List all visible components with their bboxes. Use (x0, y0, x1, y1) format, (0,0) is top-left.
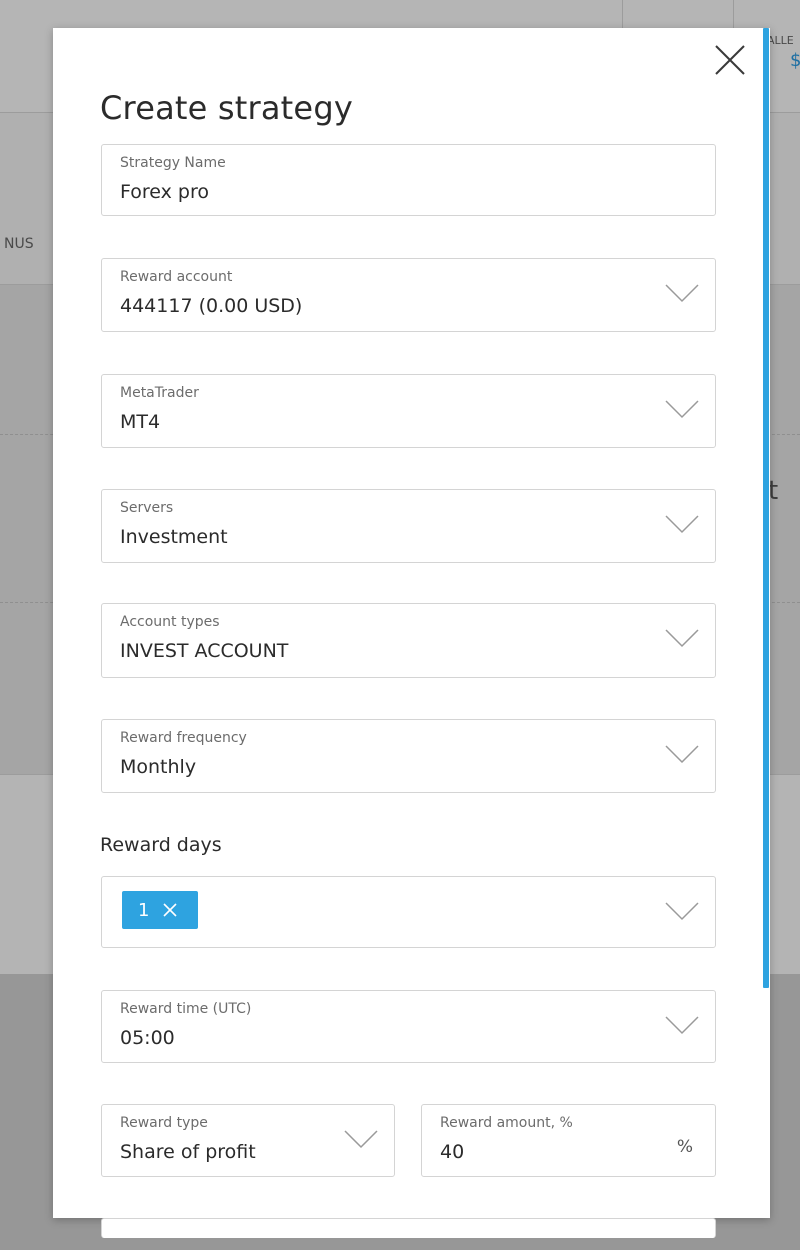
reward-day-tag: 1 (122, 891, 198, 929)
reward-amount-field[interactable]: Reward amount, % 40 % (421, 1104, 716, 1177)
account-types-label: Account types (120, 614, 220, 630)
account-types-value: INVEST ACCOUNT (120, 640, 289, 662)
background-tab-label: NUS (4, 236, 34, 252)
account-types-select[interactable]: Account types INVEST ACCOUNT (101, 603, 716, 678)
reward-time-value: 05:00 (120, 1027, 175, 1049)
background-header-label: ALLE (767, 34, 794, 47)
reward-account-label: Reward account (120, 269, 233, 285)
reward-time-select[interactable]: Reward time (UTC) 05:00 (101, 990, 716, 1063)
strategy-name-field[interactable]: Strategy Name Forex pro (101, 144, 716, 216)
servers-select[interactable]: Servers Investment (101, 489, 716, 563)
servers-value: Investment (120, 526, 228, 548)
reward-frequency-value: Monthly (120, 756, 197, 778)
reward-amount-value[interactable]: 40 (440, 1141, 464, 1163)
reward-type-value: Share of profit (120, 1141, 256, 1163)
reward-days-multiselect[interactable]: 1 (101, 876, 716, 948)
close-button[interactable] (712, 42, 748, 78)
reward-type-label: Reward type (120, 1115, 208, 1131)
percent-suffix: % (676, 1137, 693, 1157)
servers-label: Servers (120, 500, 174, 516)
metatrader-value: MT4 (120, 411, 161, 433)
close-icon[interactable] (163, 903, 178, 917)
reward-account-select[interactable]: Reward account 444117 (0.00 USD) (101, 258, 716, 332)
modal-title: Create strategy (100, 89, 353, 128)
strategy-name-value[interactable]: Forex pro (120, 181, 209, 203)
chevron-down-icon[interactable] (344, 1129, 378, 1149)
chevron-down-icon[interactable] (665, 283, 699, 303)
reward-frequency-label: Reward frequency (120, 730, 247, 746)
strategy-name-label: Strategy Name (120, 155, 226, 171)
chevron-down-icon[interactable] (665, 901, 699, 921)
chevron-down-icon[interactable] (665, 399, 699, 419)
reward-amount-label: Reward amount, % (440, 1115, 573, 1131)
next-field-partial[interactable] (101, 1218, 716, 1238)
reward-account-value: 444117 (0.00 USD) (120, 295, 303, 317)
reward-time-label: Reward time (UTC) (120, 1001, 252, 1017)
close-icon (715, 45, 745, 75)
background-header-value: $ (790, 50, 800, 71)
reward-days-heading: Reward days (100, 834, 222, 856)
chevron-down-icon[interactable] (665, 744, 699, 764)
reward-frequency-select[interactable]: Reward frequency Monthly (101, 719, 716, 793)
chevron-down-icon[interactable] (665, 1015, 699, 1035)
chevron-down-icon[interactable] (665, 628, 699, 648)
chevron-down-icon[interactable] (665, 514, 699, 534)
metatrader-select[interactable]: MetaTrader MT4 (101, 374, 716, 448)
metatrader-label: MetaTrader (120, 385, 199, 401)
modal-scrollbar[interactable] (763, 28, 769, 988)
reward-type-select[interactable]: Reward type Share of profit (101, 1104, 395, 1177)
reward-day-tag-label: 1 (138, 899, 150, 921)
